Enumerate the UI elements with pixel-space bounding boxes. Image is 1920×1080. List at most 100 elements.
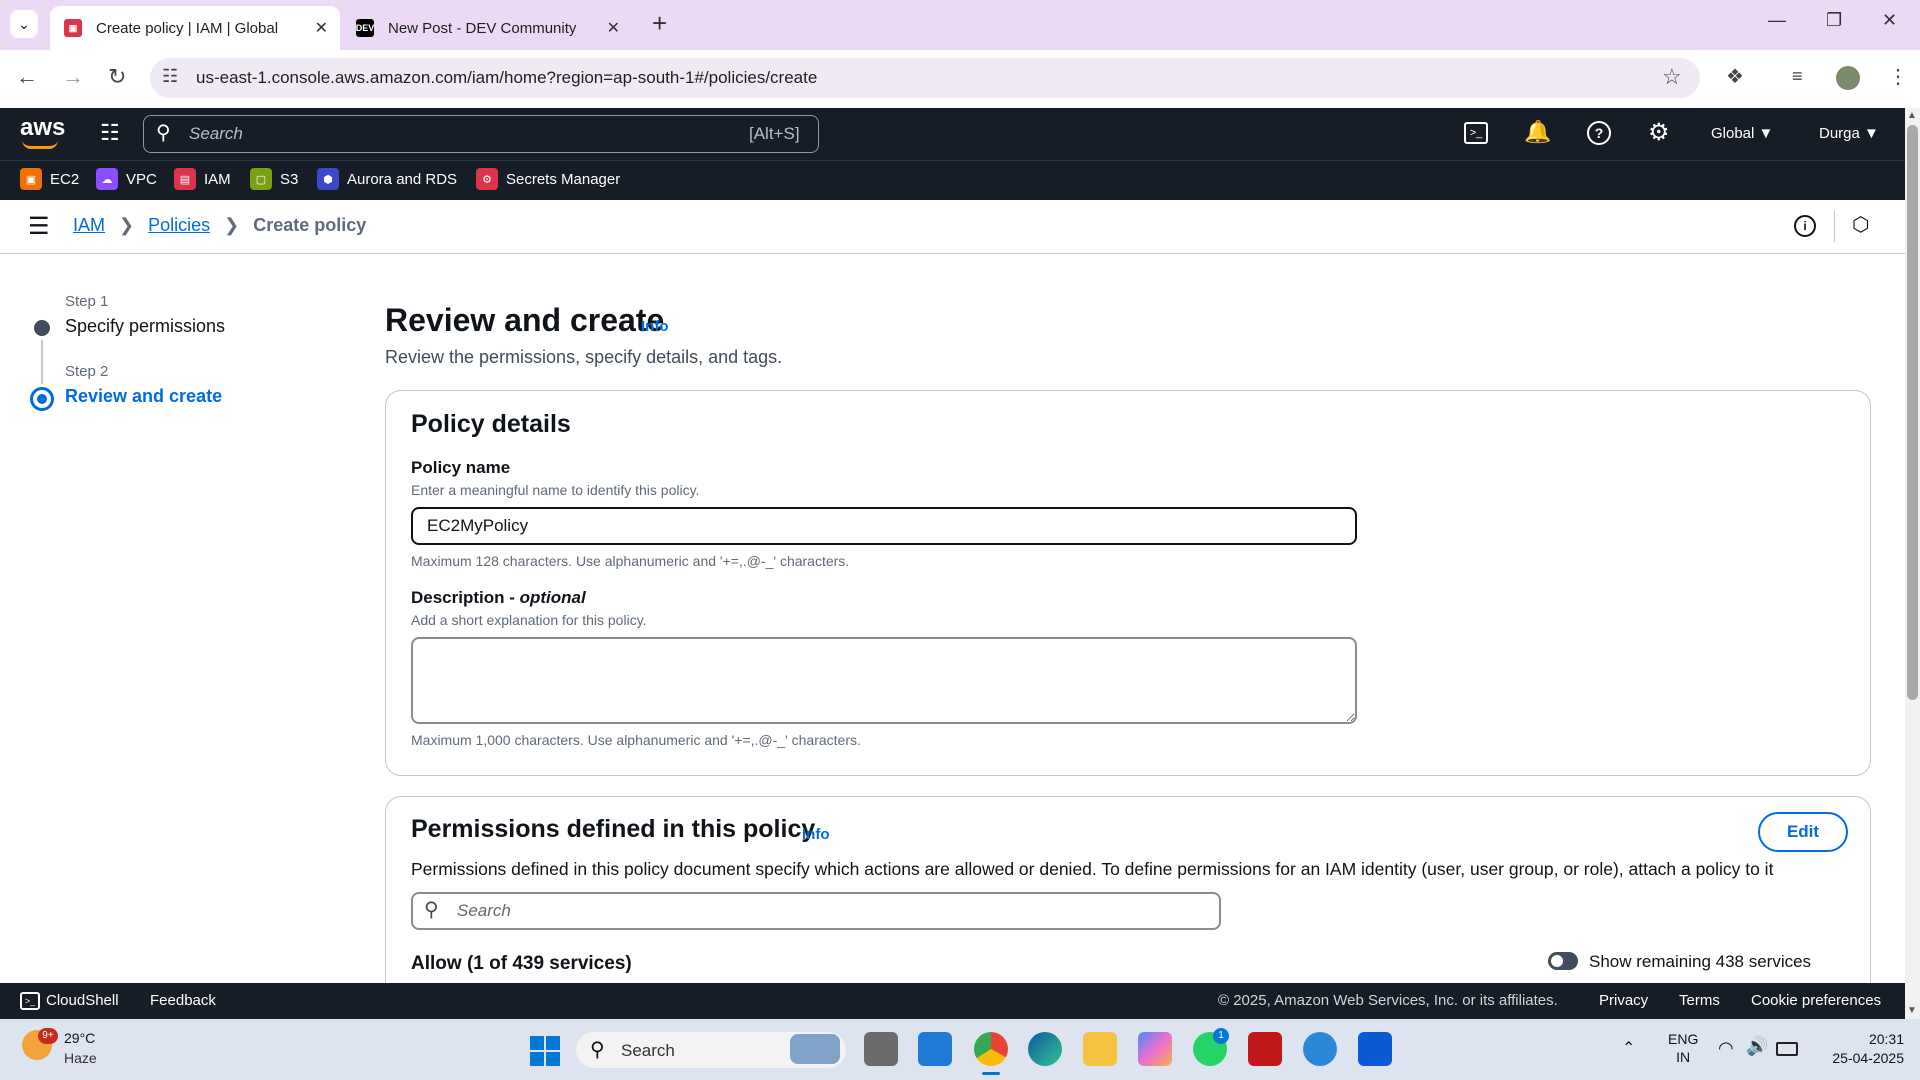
language-line-1: ENG (1668, 1031, 1699, 1047)
new-tab-button[interactable]: + (652, 8, 667, 39)
battery-icon[interactable] (1776, 1042, 1798, 1056)
cloudshell-icon[interactable]: >_ (1464, 122, 1488, 144)
tab-title: New Post - DEV Community (388, 19, 577, 37)
cloudshell-link[interactable]: CloudShell (46, 992, 119, 1009)
mhp-app-icon[interactable] (918, 1032, 952, 1066)
browser-menu-icon[interactable]: ⋮ (1888, 64, 1908, 89)
description-textarea[interactable] (411, 637, 1357, 724)
help-icon[interactable]: ? (1587, 121, 1611, 145)
reload-icon[interactable]: ↻ (108, 64, 126, 90)
url-text[interactable]: us-east-1.console.aws.amazon.com/iam/hom… (196, 68, 817, 88)
step-2-title: Review and create (65, 386, 223, 406)
site-settings-icon[interactable]: ☷ (162, 66, 178, 87)
notifications-bell-icon[interactable]: 🔔 (1524, 119, 1551, 145)
favorite-label: Aurora and RDS (347, 170, 458, 188)
edge-icon[interactable] (1028, 1032, 1062, 1066)
close-tab-icon[interactable]: ✕ (315, 18, 328, 38)
breadcrumb: IAM ❯ Policies ❯ Create policy (73, 215, 366, 236)
policy-name-constraint: Maximum 128 characters. Use alphanumeric… (411, 553, 850, 569)
browser-tab-active[interactable]: ▣ Create policy | IAM | Global ✕ (50, 6, 340, 50)
show-hidden-icons-icon[interactable]: ⌃ (1622, 1038, 1635, 1058)
chevron-right-icon: ❯ (119, 215, 135, 235)
caret-down-icon: ▼ (1864, 125, 1879, 142)
caret-down-icon: ▼ (1758, 125, 1774, 142)
settings-gear-icon[interactable]: ⚙ (1648, 118, 1670, 147)
cloudshell-footer-icon[interactable]: >_ (20, 992, 40, 1010)
step-1-title[interactable]: Specify permissions (65, 316, 225, 337)
step-2-label: Step 2 (65, 363, 109, 380)
favorite-label: S3 (280, 170, 299, 188)
services-grid-icon[interactable]: ☷ (100, 120, 120, 146)
scrollbar-thumb[interactable] (1907, 125, 1918, 700)
iam-favicon-icon: ▣ (64, 19, 82, 37)
page-title: Review and create (385, 302, 665, 338)
media-control-icon[interactable]: ≡ (1792, 66, 1803, 87)
clock[interactable]: 20:31 25-04-2025 (1812, 1030, 1904, 1068)
description-label: Description - optional (411, 588, 586, 608)
info-panel-icon[interactable]: i (1794, 215, 1816, 237)
taskbar-search-label: Search (621, 1041, 675, 1060)
favorite-aurora-rds[interactable]: ⬢ Aurora and RDS (317, 168, 457, 190)
region-selector[interactable]: Global ▼ (1711, 125, 1773, 142)
favorite-label: VPC (126, 170, 157, 188)
chevron-right-icon: ❯ (224, 215, 240, 235)
breadcrumb-iam[interactable]: IAM (73, 215, 105, 236)
weather-desc: Haze (64, 1050, 97, 1066)
tab-list-dropdown[interactable]: ⌄ (10, 10, 38, 38)
favorite-iam[interactable]: ▤ IAM (174, 168, 231, 190)
aws-logo[interactable]: aws (20, 114, 65, 142)
wifi-icon[interactable]: ◠ (1718, 1038, 1734, 1059)
browser-tab[interactable]: DEV New Post - DEV Community ✕ (342, 6, 632, 50)
info-link[interactable]: Info (641, 318, 669, 335)
forward-icon[interactable]: → (62, 64, 84, 90)
extensions-icon[interactable]: ❖ (1726, 64, 1744, 89)
windows-start-icon[interactable] (530, 1036, 560, 1066)
search-icon: ⚲ (156, 122, 171, 144)
aws-logo-smile-icon (22, 140, 58, 149)
file-explorer-icon[interactable] (1083, 1032, 1117, 1066)
restore-icon[interactable]: ❐ (1826, 10, 1842, 31)
close-tab-icon[interactable]: ✕ (607, 18, 620, 38)
profile-avatar[interactable] (1836, 66, 1860, 90)
permissions-search-box[interactable] (411, 892, 1221, 930)
favorite-secrets-manager[interactable]: ⚙ Secrets Manager (476, 168, 620, 190)
vpc-icon: ☁ (96, 168, 118, 190)
scroll-down-arrow-icon[interactable]: ▼ (1907, 1005, 1917, 1016)
privacy-link[interactable]: Privacy (1599, 992, 1648, 1009)
favorite-ec2[interactable]: ▣ EC2 (20, 168, 79, 190)
favorite-s3[interactable]: ▢ S3 (250, 168, 298, 190)
clock-date: 25-04-2025 (1832, 1050, 1904, 1066)
policy-name-input[interactable] (411, 507, 1357, 545)
minimize-icon[interactable]: — (1768, 10, 1786, 31)
language-indicator[interactable]: ENG IN (1668, 1030, 1698, 1066)
security-shield-icon[interactable]: ⬡ (1852, 212, 1869, 237)
favorite-vpc[interactable]: ☁ VPC (96, 168, 157, 190)
user-label: Durga (1819, 125, 1860, 142)
scroll-up-arrow-icon[interactable]: ▲ (1907, 110, 1917, 121)
aws-search-input[interactable] (143, 115, 819, 153)
account-menu[interactable]: Durga ▼ (1819, 125, 1879, 142)
cookie-preferences-link[interactable]: Cookie preferences (1751, 992, 1881, 1009)
divider (1834, 210, 1835, 242)
chrome-icon[interactable] (974, 1032, 1008, 1066)
mcafee-icon[interactable] (1248, 1032, 1282, 1066)
step-1-dot (34, 320, 50, 336)
copilot-icon[interactable] (1138, 1032, 1172, 1066)
bookmark-star-icon[interactable]: ☆ (1662, 64, 1682, 90)
help-app-icon[interactable] (1303, 1032, 1337, 1066)
copyright-text: © 2025, Amazon Web Services, Inc. or its… (1218, 992, 1558, 1009)
microsoft-store-icon[interactable] (1358, 1032, 1392, 1066)
close-window-icon[interactable]: ✕ (1882, 10, 1897, 31)
permissions-info-link[interactable]: Info (802, 826, 830, 843)
breadcrumb-policies[interactable]: Policies (148, 215, 210, 236)
back-icon[interactable]: ← (16, 64, 38, 90)
permissions-search-placeholder: Search (457, 901, 511, 920)
task-view-icon[interactable] (864, 1032, 898, 1066)
edit-button[interactable]: Edit (1758, 812, 1848, 852)
rds-icon: ⬢ (317, 168, 339, 190)
feedback-link[interactable]: Feedback (150, 992, 216, 1009)
hamburger-menu-icon[interactable]: ☰ (28, 212, 50, 241)
terms-link[interactable]: Terms (1679, 992, 1720, 1009)
description-hint: Add a short explanation for this policy. (411, 612, 647, 628)
volume-icon[interactable]: 🔊 (1746, 1036, 1768, 1057)
